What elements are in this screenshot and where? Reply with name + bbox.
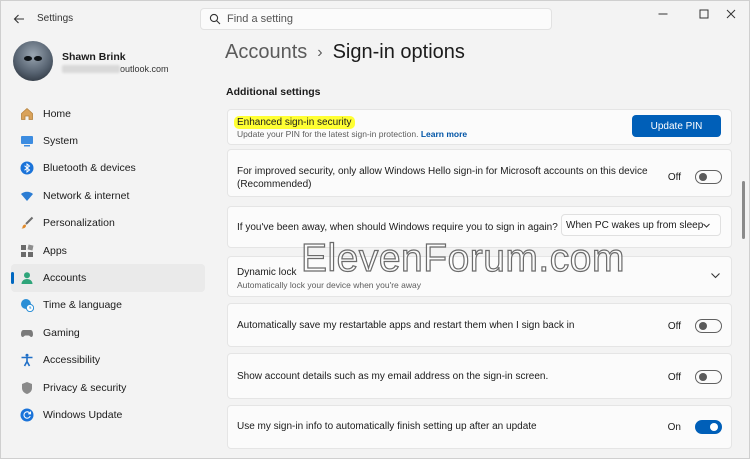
- sidebar-item-windows-update[interactable]: Windows Update: [11, 401, 205, 428]
- apps-icon: [19, 243, 35, 259]
- toggle-knob: [699, 373, 707, 381]
- sidebar-nav: Home System Bluetooth & devices Network …: [11, 100, 205, 429]
- avatar-eye: [34, 56, 42, 61]
- sidebar-item-personalization[interactable]: Personalization: [11, 210, 205, 237]
- sidebar-item-gaming[interactable]: Gaming: [11, 319, 205, 346]
- chevron-down-icon[interactable]: [710, 270, 721, 281]
- avatar-eye: [24, 56, 32, 61]
- signin-info-card: Use my sign-in info to automatically fin…: [227, 405, 732, 449]
- sidebar-item-privacy-security[interactable]: Privacy & security: [11, 374, 205, 401]
- maximize-icon: [699, 9, 709, 19]
- signin-info-toggle-wrap: On: [668, 420, 722, 434]
- sidebar-item-time-language[interactable]: Time & language: [11, 292, 205, 319]
- breadcrumb: Accounts › Sign-in options: [225, 41, 465, 64]
- dynamic-lock-subtitle: Automatically lock your device when you'…: [237, 280, 421, 290]
- toggle-state-label: Off: [667, 371, 681, 383]
- signin-info-title: Use my sign-in info to automatically fin…: [237, 421, 537, 432]
- restart-apps-toggle[interactable]: [695, 319, 722, 333]
- update-icon: [19, 407, 35, 423]
- user-email: outlook.com: [62, 64, 169, 74]
- breadcrumb-accounts[interactable]: Accounts: [225, 41, 307, 64]
- account-icon: [19, 270, 35, 286]
- learn-more-link[interactable]: Learn more: [421, 129, 467, 139]
- require-signin-dropdown[interactable]: When PC wakes up from sleep: [561, 214, 721, 236]
- restart-apps-card: Automatically save my restartable apps a…: [227, 303, 732, 347]
- settings-window: Settings Sha: [0, 0, 750, 459]
- restart-apps-toggle-wrap: Off: [668, 319, 722, 333]
- sidebar-item-accounts[interactable]: Accounts: [11, 264, 205, 292]
- watermark: ElevenForum.com: [300, 236, 625, 280]
- toggle-state-label: On: [667, 421, 681, 433]
- account-details-title: Show account details such as my email ad…: [237, 371, 549, 382]
- update-pin-button[interactable]: Update PIN: [632, 115, 721, 137]
- toggle-knob: [699, 322, 707, 330]
- brush-icon: [19, 215, 35, 231]
- signin-info-toggle[interactable]: [695, 420, 722, 434]
- sidebar-item-bluetooth[interactable]: Bluetooth & devices: [11, 155, 205, 182]
- breadcrumb-separator: ›: [317, 43, 323, 61]
- restart-apps-title: Automatically save my restartable apps a…: [237, 320, 575, 331]
- avatar: [13, 41, 53, 81]
- title-bar: Settings: [1, 1, 749, 35]
- gamepad-icon: [19, 325, 35, 341]
- toggle-knob: [699, 173, 707, 181]
- system-icon: [19, 133, 35, 149]
- minimize-icon: [658, 13, 668, 15]
- shield-icon: [19, 380, 35, 396]
- hello-only-title: For improved security, only allow Window…: [237, 166, 648, 190]
- wifi-icon: [19, 188, 35, 204]
- sidebar-item-system[interactable]: System: [11, 127, 205, 154]
- close-icon: [726, 9, 736, 19]
- enhanced-signin-title: Enhanced sign-in security: [234, 116, 355, 129]
- home-icon: [19, 106, 35, 122]
- sidebar-item-network[interactable]: Network & internet: [11, 182, 205, 209]
- dynamic-lock-title: Dynamic lock: [237, 267, 297, 278]
- chevron-down-icon: [703, 223, 710, 228]
- arrow-left-icon: [13, 14, 24, 24]
- minimize-button[interactable]: [645, 5, 681, 23]
- search-icon: [209, 13, 221, 25]
- hello-only-toggle-wrap: Off: [668, 170, 722, 184]
- toggle-state-label: Off: [667, 320, 681, 332]
- close-button[interactable]: [713, 5, 749, 23]
- hello-only-card: For improved security, only allow Window…: [227, 149, 732, 197]
- app-title: Settings: [37, 13, 74, 24]
- redacted-email: [62, 65, 120, 73]
- search-box[interactable]: [200, 8, 552, 30]
- accessibility-icon: [19, 352, 35, 368]
- back-button[interactable]: [9, 9, 29, 29]
- sidebar-item-accessibility[interactable]: Accessibility: [11, 347, 205, 374]
- dropdown-value: When PC wakes up from sleep: [566, 220, 704, 231]
- scrollbar[interactable]: [742, 181, 745, 239]
- user-name: Shawn Brink: [62, 51, 126, 63]
- toggle-state-label: Off: [667, 171, 681, 183]
- toggle-knob: [710, 423, 718, 431]
- section-title: Additional settings: [226, 86, 321, 98]
- hello-only-toggle[interactable]: [695, 170, 722, 184]
- sidebar-item-home[interactable]: Home: [11, 100, 205, 127]
- page-title: Sign-in options: [332, 41, 465, 63]
- account-details-toggle-wrap: Off: [668, 370, 722, 384]
- search-input[interactable]: [227, 11, 537, 27]
- account-details-card: Show account details such as my email ad…: [227, 353, 732, 399]
- sidebar-item-apps[interactable]: Apps: [11, 237, 205, 264]
- bluetooth-icon: [19, 160, 35, 176]
- enhanced-signin-subtitle: Update your PIN for the latest sign-in p…: [237, 129, 468, 139]
- require-signin-title: If you've been away, when should Windows…: [237, 222, 558, 233]
- enhanced-signin-card: Enhanced sign-in security Update your PI…: [227, 109, 732, 145]
- account-details-toggle[interactable]: [695, 370, 722, 384]
- globe-clock-icon: [19, 297, 35, 313]
